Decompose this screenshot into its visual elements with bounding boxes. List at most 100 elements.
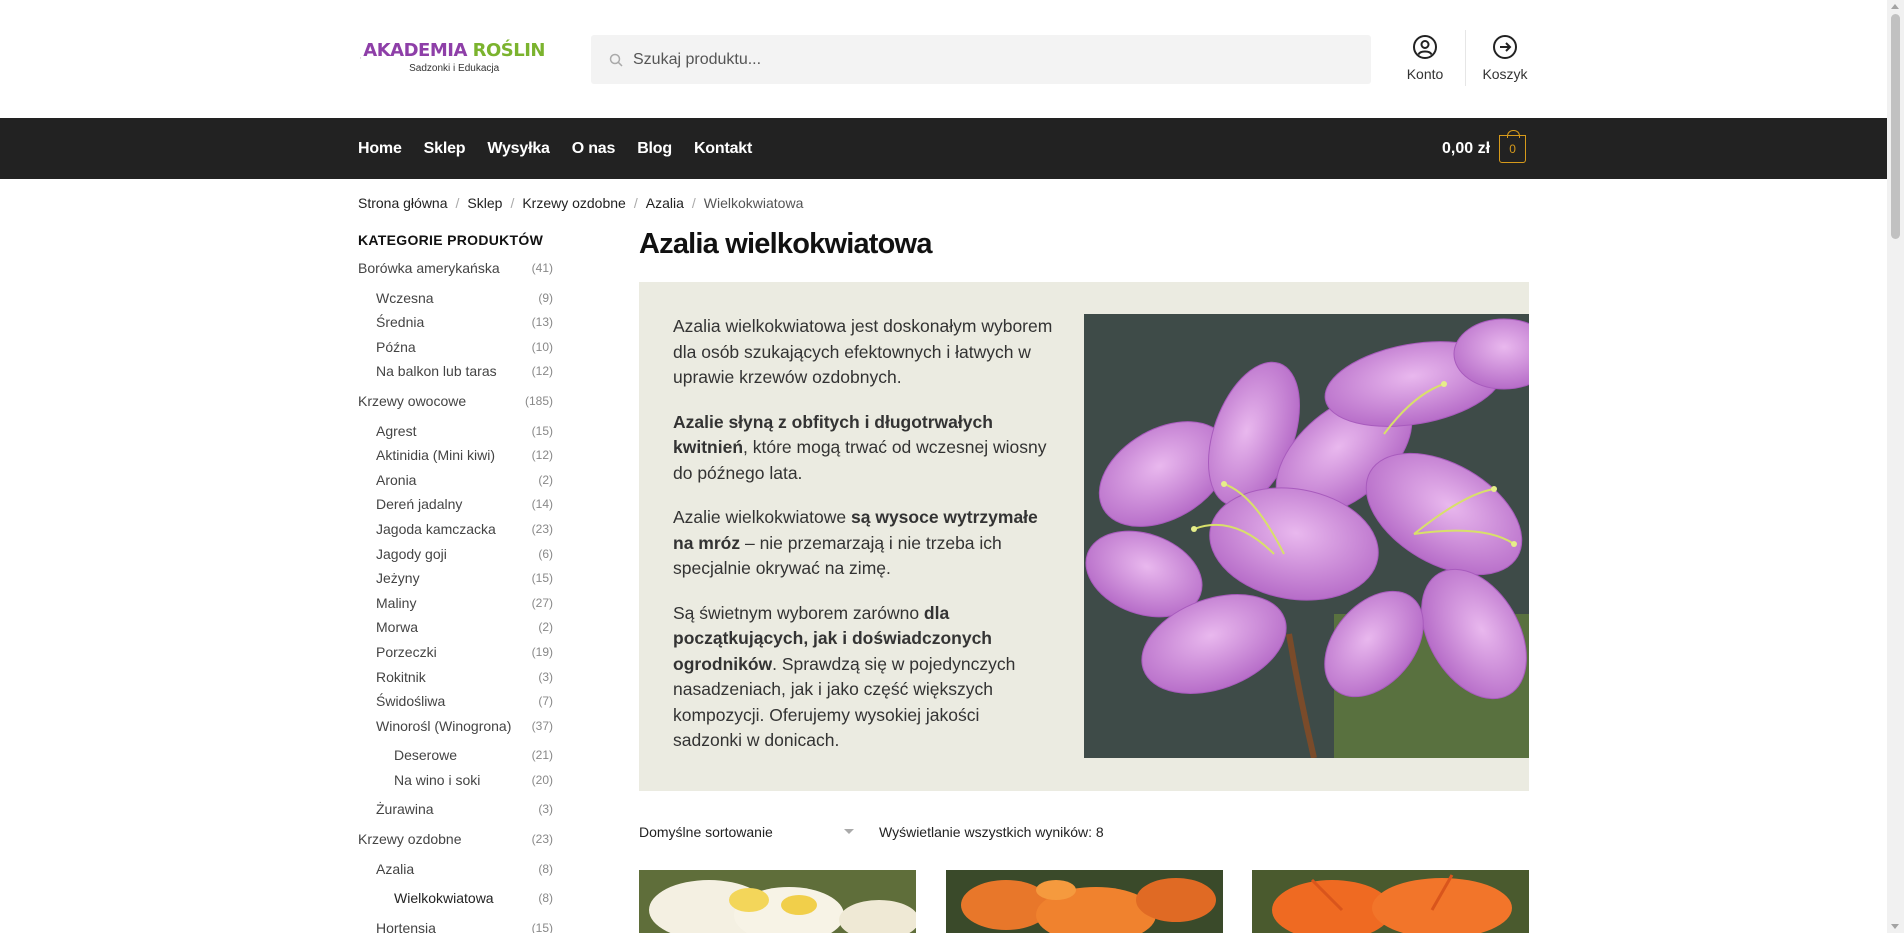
- category-count: (15): [531, 423, 553, 438]
- category-item[interactable]: Porzeczki (19): [358, 640, 553, 665]
- category-item[interactable]: Jagody goji (6): [358, 542, 553, 567]
- category-item[interactable]: Krzewy owocowe (185): [358, 389, 553, 414]
- widget-title: KATEGORIE PRODUKTÓW: [358, 232, 544, 248]
- category-name: Maliny: [376, 594, 417, 611]
- nav-item-o-nas[interactable]: O nas: [572, 140, 616, 158]
- category-item[interactable]: Aronia (2): [358, 468, 553, 493]
- breadcrumb-separator: /: [510, 195, 515, 211]
- search-input[interactable]: [633, 50, 1333, 69]
- nav-item-blog[interactable]: Blog: [637, 140, 672, 158]
- category-item[interactable]: Deserowe (21): [358, 743, 553, 768]
- category-item[interactable]: Maliny (27): [358, 591, 553, 616]
- breadcrumb-azalia[interactable]: Azalia: [646, 195, 684, 211]
- category-item[interactable]: Aktinidia (Mini kiwi) (12): [358, 443, 553, 468]
- category-item[interactable]: Hortensja (15): [358, 916, 553, 933]
- category-name: Winorośl (Winogrona): [376, 717, 512, 734]
- category-count: (27): [531, 595, 553, 610]
- category-count: (15): [531, 920, 553, 933]
- category-count: (6): [538, 546, 553, 561]
- category-count: (8): [538, 861, 553, 876]
- breadcrumb-home[interactable]: Strona główna: [358, 195, 448, 211]
- product-card-image[interactable]: [946, 870, 1223, 933]
- breadcrumb-separator: /: [455, 195, 460, 211]
- category-item[interactable]: Dereń jadalny (14): [358, 492, 553, 517]
- category-name: Późna: [376, 338, 416, 355]
- category-name: Aronia: [376, 471, 417, 488]
- category-count: (20): [531, 772, 553, 787]
- logo-subtitle: Sadzonki i Edukacja: [409, 62, 500, 74]
- scroll-up-icon[interactable]: [1891, 4, 1899, 9]
- nav-item-wysylka[interactable]: Wysyłka: [487, 140, 550, 158]
- page-scrollbar[interactable]: [1887, 0, 1904, 933]
- category-item[interactable]: Jeżyny (15): [358, 566, 553, 591]
- category-name: Jagody goji: [376, 545, 447, 562]
- category-count: (3): [538, 669, 553, 684]
- category-item[interactable]: Średnia (13): [358, 310, 553, 335]
- product-card-image[interactable]: [639, 870, 916, 933]
- category-item[interactable]: Agrest (15): [358, 419, 553, 444]
- mini-cart[interactable]: 0,00 zł 0: [1442, 130, 1527, 163]
- category-item[interactable]: Żurawina (3): [358, 797, 553, 822]
- category-item[interactable]: Rokitnik (3): [358, 665, 553, 690]
- category-item[interactable]: Krzewy ozdobne (23): [358, 827, 553, 852]
- category-name: Agrest: [376, 422, 417, 439]
- category-name: Azalia: [376, 860, 415, 877]
- cart-count-badge: 0: [1499, 130, 1527, 163]
- category-count: (12): [531, 364, 553, 379]
- category-item[interactable]: Wielkokwiatowa (8): [358, 886, 553, 911]
- category-item[interactable]: Świdośliwa (7): [358, 689, 553, 714]
- category-name: Wczesna: [376, 289, 434, 306]
- category-count: (23): [531, 832, 553, 847]
- nav-item-sklep[interactable]: Sklep: [424, 140, 466, 158]
- cart-link-label: Koszyk: [1482, 66, 1528, 82]
- site-logo[interactable]: AKADEMIA ROŚLIN Sadzonki i Edukacja: [360, 30, 546, 85]
- category-name: Na wino i soki: [394, 771, 481, 788]
- category-count: (14): [531, 497, 553, 512]
- category-count: (19): [531, 644, 553, 659]
- category-list: Borówka amerykańska (41) Wczesna (9) Średnia…: [358, 256, 553, 933]
- category-count: (7): [538, 694, 553, 709]
- product-categories-widget: KATEGORIE PRODUKTÓW Borówka amerykańska (…: [358, 232, 553, 933]
- cart-link[interactable]: Koszyk: [1465, 34, 1545, 82]
- nav-item-kontakt[interactable]: Kontakt: [694, 140, 752, 158]
- category-item[interactable]: Jagoda kamczacka (23): [358, 517, 553, 542]
- description-paragraph: Azalie słyną z obfitych i długotrwałych …: [673, 411, 1047, 483]
- category-item[interactable]: Na wino i soki (20): [358, 768, 553, 793]
- account-label: Konto: [1406, 66, 1444, 82]
- category-count: (13): [531, 315, 553, 330]
- category-count: (37): [531, 718, 553, 733]
- product-card-image[interactable]: [1252, 870, 1529, 933]
- category-count: (8): [538, 891, 553, 906]
- azalea-flower-image: [1084, 314, 1529, 758]
- category-item[interactable]: Na balkon lub taras (12): [358, 359, 553, 384]
- description-paragraph: Są świetnym wyborem zarówno dla początku…: [673, 602, 1016, 751]
- category-item[interactable]: Wczesna (9): [358, 286, 553, 311]
- cart-total: 0,00 zł: [1442, 140, 1491, 157]
- description-paragraph: Azalia wielkokwiatowa jest doskonałym wy…: [673, 316, 1053, 387]
- category-count: (15): [531, 571, 553, 586]
- category-item[interactable]: Morwa (2): [358, 615, 553, 640]
- scrollbar-thumb[interactable]: [1891, 14, 1900, 239]
- nav-item-home[interactable]: Home: [358, 140, 402, 158]
- sort-select[interactable]: Domyślne sortowanie: [639, 824, 854, 840]
- category-description: Azalia wielkokwiatowa jest doskonałym wy…: [639, 282, 1529, 791]
- category-name: Morwa: [376, 619, 419, 636]
- category-item[interactable]: Azalia (8): [358, 857, 553, 882]
- scroll-down-icon[interactable]: [1891, 924, 1899, 929]
- category-count: (185): [524, 393, 553, 408]
- breadcrumb-separator: /: [691, 195, 696, 211]
- category-name: Rokitnik: [376, 668, 426, 685]
- breadcrumb-sklep[interactable]: Sklep: [467, 195, 502, 211]
- search-bar[interactable]: [591, 35, 1371, 84]
- category-name: Świdośliwa: [376, 693, 446, 710]
- category-name: Żurawina: [376, 801, 434, 818]
- category-item[interactable]: Późna (10): [358, 335, 553, 360]
- category-name: Średnia: [376, 314, 425, 331]
- category-item[interactable]: Winorośl (Winogrona) (37): [358, 714, 553, 739]
- breadcrumb-krzewy-ozdobne[interactable]: Krzewy ozdobne: [522, 195, 626, 211]
- category-item[interactable]: Borówka amerykańska (41): [358, 256, 553, 281]
- category-name: Dereń jadalny: [376, 496, 463, 513]
- account-link[interactable]: Konto: [1385, 34, 1465, 82]
- breadcrumb-separator: /: [633, 195, 638, 211]
- category-name: Krzewy ozdobne: [358, 831, 462, 848]
